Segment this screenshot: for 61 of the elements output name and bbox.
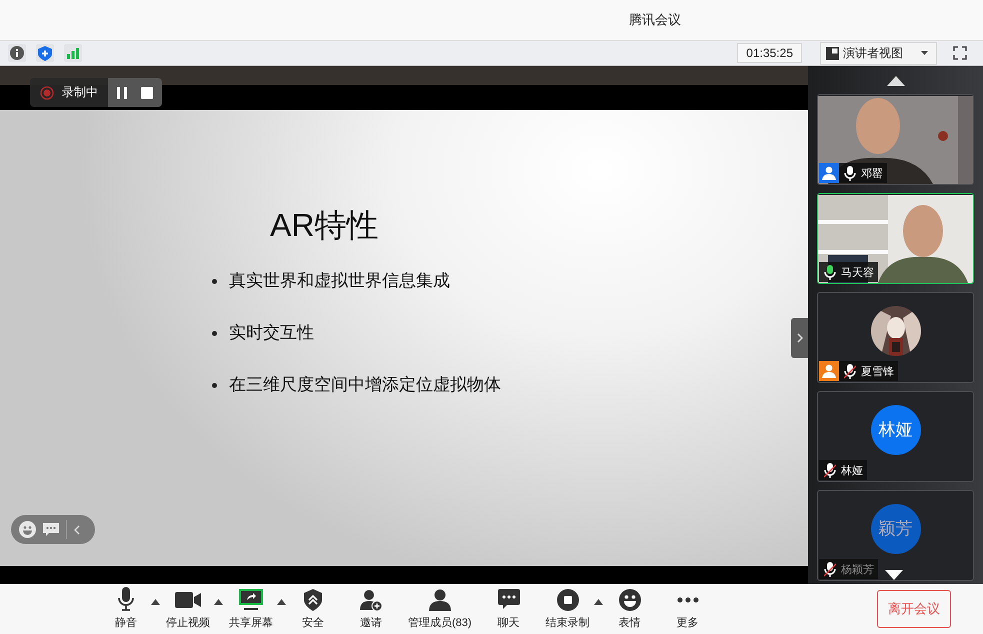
toolbar-button[interactable]: 共享屏幕 <box>225 588 277 630</box>
camera-icon <box>175 590 201 608</box>
shield-icon[interactable] <box>36 44 54 62</box>
layout-icon <box>826 46 839 60</box>
toolbar-button[interactable]: 静音 <box>101 588 151 630</box>
caret-icon[interactable] <box>214 599 223 605</box>
bullet-icon <box>212 330 217 336</box>
more-icon <box>676 596 699 602</box>
caret-icon <box>921 51 928 55</box>
caret-icon[interactable] <box>151 599 160 605</box>
fullscreen-icon[interactable] <box>953 46 967 60</box>
toolbar-button[interactable]: 表情 <box>604 588 655 630</box>
scroll-down-icon[interactable] <box>885 570 903 580</box>
info-icon[interactable] <box>8 44 26 62</box>
window-title: 腾讯会议 <box>629 11 681 29</box>
toolbar-button[interactable]: 安全 <box>288 588 338 630</box>
toolbar-button[interactable]: 聊天 <box>484 588 534 630</box>
slide-bullet: 真实世界和虚拟世界信息集成 <box>229 270 450 292</box>
slide-title: AR特性 <box>270 206 380 245</box>
stop-icon <box>556 588 579 610</box>
bullet-icon <box>212 382 217 388</box>
stop-icon[interactable] <box>141 86 153 98</box>
people-icon <box>428 588 451 610</box>
collapse-icon[interactable] <box>74 524 80 534</box>
avatar-circle: 林娅 <box>870 404 920 454</box>
mic-icon <box>118 587 134 611</box>
caret-icon[interactable] <box>594 599 603 605</box>
avatar-circle: 颖芳 <box>870 504 920 554</box>
participant-name: 林娅 <box>841 464 863 478</box>
shield-icon <box>304 588 322 610</box>
view-dropdown[interactable]: 演讲者视图 <box>820 42 937 64</box>
participant-tile[interactable]: 马天容 <box>817 193 974 284</box>
participant-name: 夏雪锋 <box>861 364 894 378</box>
toolbar-button[interactable]: 管理成员(83) <box>404 588 476 630</box>
share-screen-icon <box>239 588 263 610</box>
meeting-timer: 01:35:25 <box>737 43 802 63</box>
toolbar-button[interactable]: 邀请 <box>346 588 396 630</box>
participant-tile[interactable]: 林娅 林娅 <box>817 391 974 482</box>
chevron-right-icon <box>796 333 802 343</box>
recording-label: 录制中 <box>62 84 98 101</box>
participant-name: 邓罂 <box>861 166 883 180</box>
bullet-icon <box>212 278 217 284</box>
participant-tile[interactable]: 邓罂 <box>817 94 974 185</box>
toolbar-button[interactable]: 更多 <box>662 588 713 630</box>
chat-icon <box>498 589 520 610</box>
scroll-up-icon[interactable] <box>886 76 904 86</box>
pause-icon[interactable] <box>117 86 127 98</box>
emoji-icon <box>618 588 641 610</box>
toolbar-button[interactable]: 停止视频 <box>162 588 214 630</box>
participant-name: 杨颖芳 <box>841 562 874 576</box>
participant-name: 马天容 <box>841 266 874 280</box>
add-user-icon <box>360 588 382 610</box>
caret-icon[interactable] <box>277 599 286 605</box>
slide-bullet: 实时交互性 <box>229 322 314 344</box>
slide-bullet: 在三维尺度空间中增添定位虚拟物体 <box>229 374 501 396</box>
panel-toggle[interactable] <box>791 318 808 358</box>
participant-tile[interactable]: 夏雪锋 <box>817 292 974 383</box>
participant-tile[interactable]: 颖芳 杨颖芳 <box>817 490 974 581</box>
toolbar-button[interactable]: 结束录制 <box>542 588 594 630</box>
chat-icon[interactable] <box>43 522 59 536</box>
emoji-icon[interactable] <box>19 521 36 538</box>
